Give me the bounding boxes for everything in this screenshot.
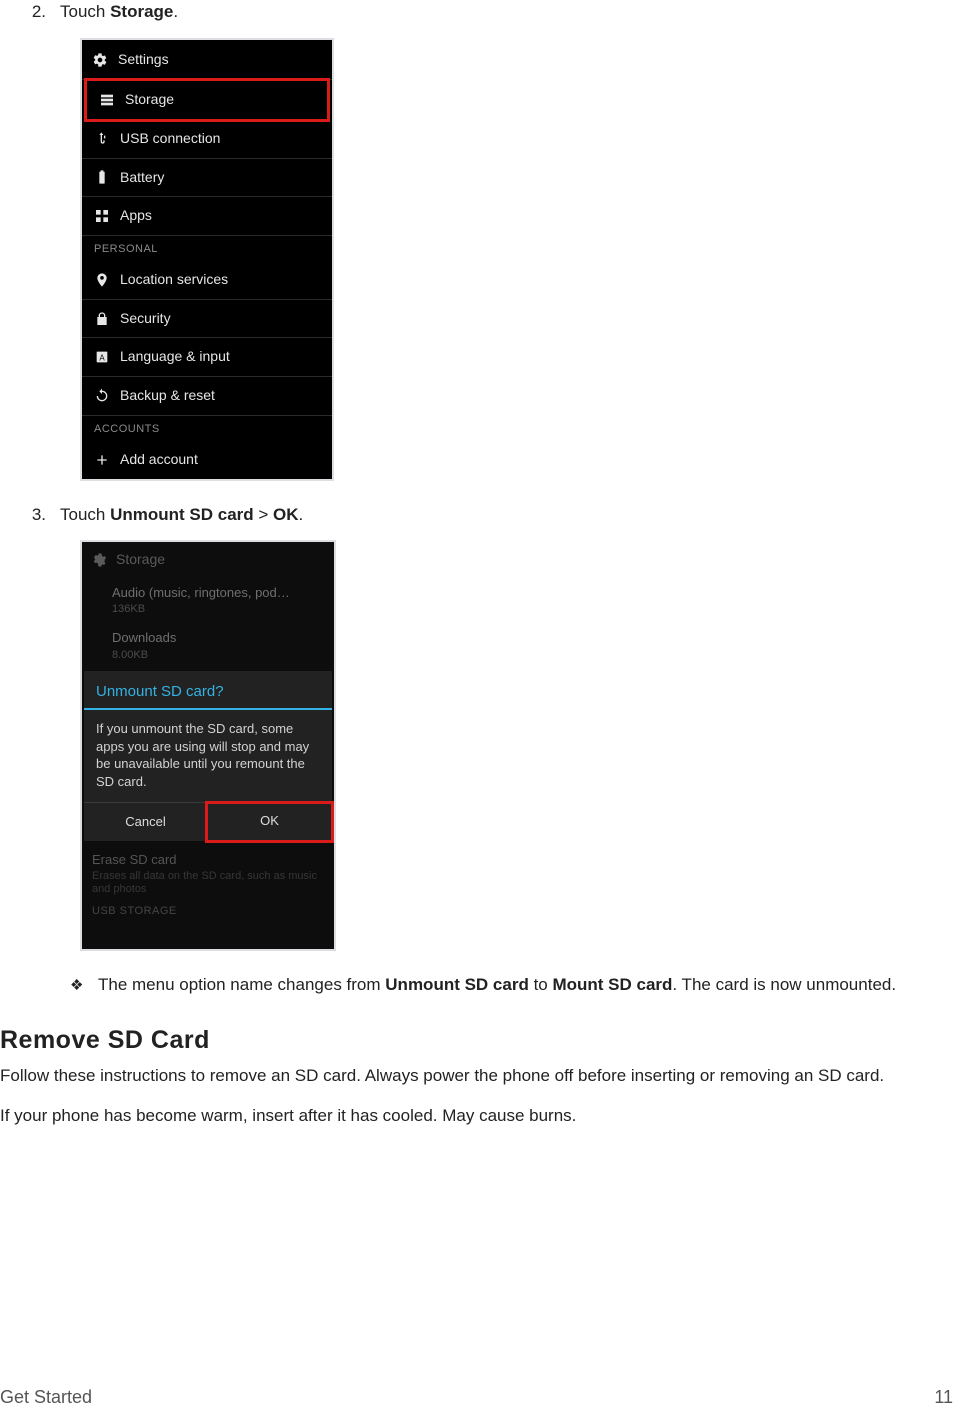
plus-icon xyxy=(94,452,110,468)
bullet-icon: ❖ xyxy=(70,973,98,996)
step-text: Touch Unmount SD card > OK. xyxy=(60,503,953,527)
step-number: 2. xyxy=(0,0,60,24)
settings-item-battery[interactable]: Battery xyxy=(82,159,332,198)
step-number: 3. xyxy=(0,503,60,527)
settings-item-label: Security xyxy=(120,309,171,329)
dialog-message: If you unmount the SD card, some apps yo… xyxy=(84,710,332,802)
settings-item-label: Battery xyxy=(120,168,164,188)
body-paragraph: If your phone has become warm, insert af… xyxy=(0,1104,953,1128)
settings-item-label: Language & input xyxy=(120,347,230,367)
settings-item-usb[interactable]: USB connection xyxy=(82,120,332,159)
settings-item-label: Backup & reset xyxy=(120,386,215,406)
gear-icon xyxy=(92,52,108,68)
storage-section-usb: USB STORAGE xyxy=(82,900,334,949)
settings-section-accounts: ACCOUNTS xyxy=(82,416,332,441)
storage-item-audio: Audio (music, ringtones, pod… 136KB xyxy=(82,578,334,624)
section-heading: Remove SD Card xyxy=(0,1023,953,1058)
footer-section: Get Started xyxy=(0,1385,92,1410)
battery-icon xyxy=(94,169,110,185)
settings-item-language[interactable]: A Language & input xyxy=(82,338,332,377)
usb-icon xyxy=(94,131,110,147)
storage-item-downloads: Downloads 8.00KB xyxy=(82,623,334,669)
settings-section-personal: PERSONAL xyxy=(82,236,332,261)
settings-item-backup[interactable]: Backup & reset xyxy=(82,377,332,416)
dialog-title: Unmount SD card? xyxy=(84,671,332,710)
backup-icon xyxy=(94,388,110,404)
note-text: The menu option name changes from Unmoun… xyxy=(98,973,953,997)
footer-page-number: 11 xyxy=(934,1385,953,1410)
settings-item-apps[interactable]: Apps xyxy=(82,197,332,236)
storage-item-erase: Erase SD card Erases all data on the SD … xyxy=(82,843,334,900)
language-icon: A xyxy=(94,349,110,365)
unmount-dialog: Unmount SD card? If you unmount the SD c… xyxy=(84,671,332,841)
ok-button[interactable]: OK xyxy=(205,801,334,843)
settings-item-label: Apps xyxy=(120,206,152,226)
storage-header: Storage xyxy=(82,542,334,578)
svg-text:A: A xyxy=(99,353,105,362)
screenshot-unmount-dialog: Storage Audio (music, ringtones, pod… 13… xyxy=(80,540,336,951)
settings-item-label: Add account xyxy=(120,450,198,470)
settings-item-location[interactable]: Location services xyxy=(82,261,332,300)
settings-item-label: USB connection xyxy=(120,129,220,149)
storage-header-label: Storage xyxy=(116,550,165,570)
step-text: Touch Storage. xyxy=(60,0,953,24)
lock-icon xyxy=(94,311,110,327)
gear-icon xyxy=(92,552,108,568)
settings-title-row: Settings xyxy=(82,40,332,81)
body-paragraph: Follow these instructions to remove an S… xyxy=(0,1064,953,1088)
screenshot-settings: Settings Storage USB con xyxy=(80,38,334,481)
settings-item-storage[interactable]: Storage xyxy=(84,78,330,122)
settings-title: Settings xyxy=(118,50,169,70)
settings-item-label: Storage xyxy=(125,90,174,110)
settings-item-add-account[interactable]: Add account xyxy=(82,441,332,479)
storage-icon xyxy=(99,92,115,108)
cancel-button[interactable]: Cancel xyxy=(84,803,207,841)
settings-item-security[interactable]: Security xyxy=(82,300,332,339)
location-icon xyxy=(94,272,110,288)
apps-icon xyxy=(94,208,110,224)
settings-item-label: Location services xyxy=(120,270,228,290)
